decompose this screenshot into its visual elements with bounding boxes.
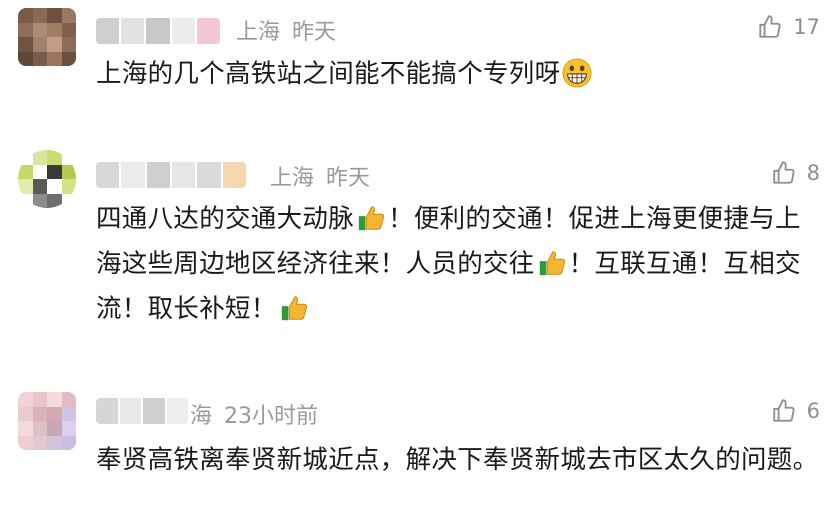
comment-text-body: 奉贤高铁离奉贤新城近点，解决下奉贤新城去市区太久的问题。 xyxy=(96,445,819,475)
comment-item: 海 23小时前 6 奉贤高铁离奉贤新城近点，解决下奉贤新城去市区太久的问题。 xyxy=(0,380,834,522)
comment-location: 上海 xyxy=(270,166,315,191)
like-button[interactable]: 8 xyxy=(771,160,820,186)
username-blurred[interactable] xyxy=(96,398,188,424)
comment-location: 上海 xyxy=(236,20,281,45)
comment-location: 海 xyxy=(190,404,213,429)
avatar[interactable] xyxy=(18,8,76,66)
comment-meta: 上海 昨天 xyxy=(270,160,370,192)
avatar[interactable] xyxy=(18,150,76,208)
like-count: 17 xyxy=(793,15,820,39)
comment-text-part: 四通八达的交通大动脉 xyxy=(96,204,355,234)
comment-text: 奉贤高铁离奉贤新城近点，解决下奉贤新城去市区太久的问题。 xyxy=(96,438,824,483)
grinning-face-icon xyxy=(562,58,592,88)
like-count: 6 xyxy=(806,399,820,423)
username-blurred[interactable] xyxy=(96,162,246,188)
comment-text: 四通八达的交通大动脉 ！便利的交通！促进上海更便捷与上海这些周边地区经济往来！人员… xyxy=(96,197,824,332)
comment-meta: 海 23小时前 xyxy=(190,398,318,430)
comment-time: 23小时前 xyxy=(224,404,319,429)
thumbs-up-emoji-icon xyxy=(358,206,385,231)
avatar[interactable] xyxy=(18,392,76,450)
like-button[interactable]: 6 xyxy=(771,398,820,424)
thumbs-up-outline-icon xyxy=(759,15,781,38)
comment-time: 昨天 xyxy=(326,166,371,191)
comment-time: 昨天 xyxy=(292,20,337,45)
comment-text-body: 上海的几个高铁站之间能不能搞个专列呀 xyxy=(96,59,561,89)
comment-item: 上海 昨天 8 四通八达的交通大动脉 ！便利的交通！促进上海更便捷与上海这些周边地区… xyxy=(0,140,834,380)
comment-item: 上海 昨天 17 上海的几个高铁站之间能不能搞个专列呀 xyxy=(0,0,834,140)
thumbs-up-emoji-icon xyxy=(539,251,565,276)
username-blurred[interactable] xyxy=(96,18,220,44)
like-count: 8 xyxy=(806,161,820,185)
comment-meta: 上海 昨天 xyxy=(236,14,336,46)
comment-text: 上海的几个高铁站之间能不能搞个专列呀 xyxy=(96,52,824,97)
thumbs-up-outline-icon xyxy=(772,399,795,422)
thumbs-up-outline-icon xyxy=(772,161,795,184)
like-button[interactable]: 17 xyxy=(757,14,820,40)
thumbs-up-emoji-icon xyxy=(281,296,307,321)
